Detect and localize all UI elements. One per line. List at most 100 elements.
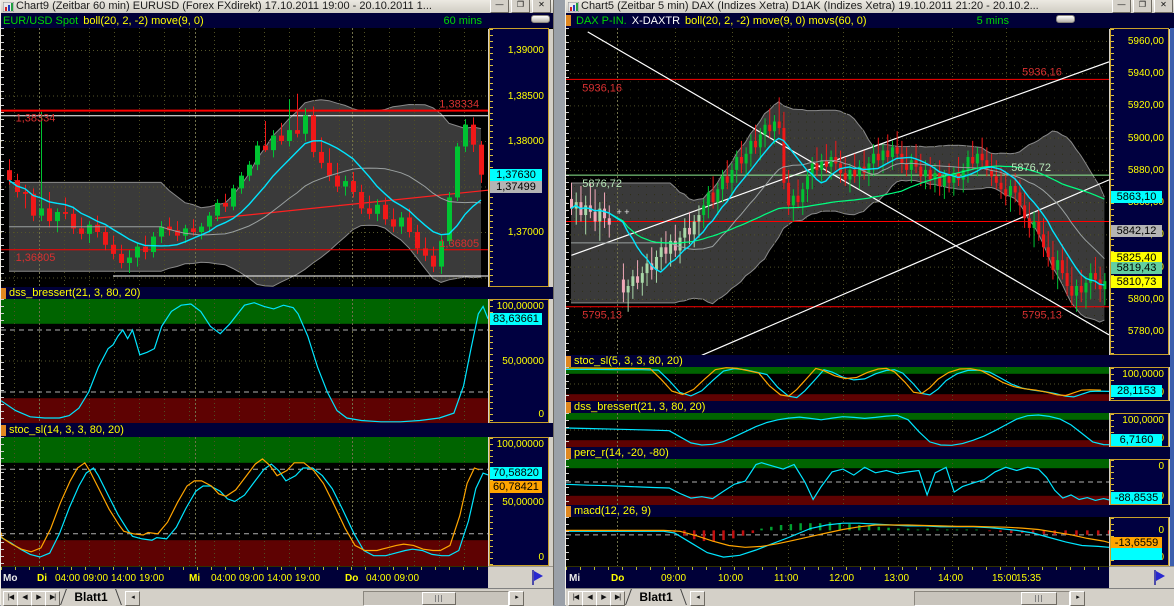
series-color-swatch: [1, 288, 6, 299]
blue-pennant-icon[interactable]: [529, 569, 545, 587]
minimize-button[interactable]: —: [490, 0, 509, 13]
left-tick-ruler: [566, 367, 569, 401]
window-title: Chart5 (Zeitbar 5 min) DAX (Indizes Xetr…: [566, 0, 1112, 13]
scale-label: 100,00000: [497, 439, 544, 450]
indicator-panel[interactable]: [566, 367, 1109, 401]
thumb-grip: [435, 595, 442, 602]
price-chart[interactable]: 1,383341,383341,368051,36805: [1, 28, 488, 287]
left-tick-ruler: [566, 413, 569, 447]
scrollbar-thumb[interactable]: [422, 592, 456, 605]
value-box: 83,63661: [490, 313, 542, 325]
indicator-panel[interactable]: [1, 437, 488, 566]
horizontal-scrollbar[interactable]: [914, 591, 1070, 606]
nav-first-button[interactable]: |◀: [568, 591, 583, 606]
restore-button[interactable]: ❐: [1133, 0, 1152, 13]
axis-corner: [1109, 566, 1174, 589]
left-tick-ruler: [566, 28, 569, 355]
scroll-right-button[interactable]: ▸: [509, 591, 524, 606]
sheet-tab-blatt1[interactable]: Blatt1: [628, 589, 684, 605]
scale-label: 0: [538, 552, 544, 563]
right-window: Chart5 (Zeitbar 5 min) DAX (Indizes Xetr…: [565, 0, 1174, 605]
window-edge-strip: [1170, 28, 1174, 566]
left-window: Chart9 (Zeitbar 60 min) EURUSD (Forex FX…: [0, 0, 554, 605]
blue-pennant-icon[interactable]: [1151, 569, 1167, 587]
price-chart[interactable]: 5936,165936,165876,725876,725795,135795,…: [566, 28, 1109, 355]
scale-label: 5960,00: [1128, 36, 1164, 47]
panel-header: macd(12, 26, 9): [566, 505, 1174, 517]
time-label: 09:00: [239, 573, 264, 584]
nav-prev-button[interactable]: ◀: [17, 591, 32, 606]
window-titlebar[interactable]: Chart9 (Zeitbar 60 min) EURUSD (Forex FX…: [1, 0, 553, 14]
panel-header: dss_bressert(21, 3, 80, 20): [566, 401, 1174, 413]
time-ticks: [1, 567, 488, 570]
price-line-label: 5795,13: [582, 310, 622, 322]
value-box: 6,7160: [1111, 434, 1162, 446]
scale-label: 5900,00: [1128, 133, 1164, 144]
restore-button[interactable]: ❐: [511, 0, 530, 13]
close-button[interactable]: ✕: [1154, 0, 1173, 13]
time-label: Mi: [569, 573, 580, 584]
indicator-panel[interactable]: [566, 459, 1109, 505]
nav-next-button[interactable]: ▶: [596, 591, 611, 606]
panel-header: stoc_sl(5, 3, 3, 80, 20): [566, 355, 1174, 367]
indicator-params-label: boll(20, 2, -2) move(9, 0) movs(60, 0): [685, 15, 867, 27]
value-box: 60,78421: [490, 481, 542, 493]
scale-label: 50,00000: [502, 497, 544, 508]
indicator-params-label: boll(20, 2, -2) move(9, 0): [83, 15, 203, 27]
nav-prev-button[interactable]: ◀: [582, 591, 597, 606]
time-axis[interactable]: MoDi04:0009:0014:0019:00Mi04:0009:0014:0…: [1, 566, 488, 589]
price-scale[interactable]: 100,00000 50,00000 0: [489, 437, 549, 566]
price-line-label: 5795,13: [1022, 310, 1062, 322]
scrollbar-thumb[interactable]: [1021, 592, 1057, 605]
value-box: 70,58820: [490, 467, 542, 479]
time-label: 14:00: [938, 573, 963, 584]
minimize-button[interactable]: —: [1112, 0, 1131, 13]
header-scroll-thumb[interactable]: [1056, 15, 1075, 23]
indicator-panel[interactable]: [566, 517, 1109, 566]
scale-label: 0: [1158, 525, 1164, 536]
scale-label: 100,0000: [1122, 415, 1164, 426]
symbol-label: DAX P-IN.: [576, 15, 627, 27]
nav-first-button[interactable]: |◀: [3, 591, 18, 606]
price-line-label: 1,36805: [16, 252, 56, 264]
scale-label: 5920,00: [1128, 100, 1164, 111]
panel-label: stoc_sl(14, 3, 3, 80, 20): [9, 424, 124, 436]
time-label: 15:35: [1016, 573, 1041, 584]
nav-last-button[interactable]: ▶|: [45, 591, 60, 606]
tab-scroll-left-button[interactable]: ◂: [690, 591, 705, 606]
scale-label: 100,00000: [497, 301, 544, 312]
chart-header: EUR/USD Spotboll(20, 2, -2) move(9, 0)60…: [1, 13, 553, 29]
window-titlebar[interactable]: Chart5 (Zeitbar 5 min) DAX (Indizes Xetr…: [566, 0, 1174, 14]
time-axis[interactable]: MiDo09:0010:0011:0012:0013:0014:0015:001…: [566, 566, 1109, 589]
series-color-swatch: [566, 506, 571, 517]
sheet-tab-label: Blatt1: [63, 589, 119, 605]
header-scroll-thumb[interactable]: [531, 15, 550, 23]
panel-label: dss_bressert(21, 3, 80, 20): [574, 401, 705, 413]
tab-scroll-left-button[interactable]: ◂: [125, 591, 140, 606]
horizontal-scrollbar[interactable]: [363, 591, 509, 606]
price-line-label: 5876,72: [582, 178, 622, 190]
time-label: 19:00: [139, 573, 164, 584]
scale-ticks: [490, 29, 493, 286]
time-label: 11:00: [774, 573, 798, 584]
value-box: 5863,10: [1111, 191, 1162, 203]
price-line-label: 5936,16: [582, 82, 622, 94]
left-tick-ruler: [1, 299, 4, 423]
sheet-tab-bar: |◀◀▶▶|Blatt1 ◂ ▸: [566, 588, 1174, 606]
indicator-panel[interactable]: [566, 413, 1109, 447]
price-scale[interactable]: 1,390001,385001,380001,37000: [489, 28, 549, 287]
time-label: 14:00: [111, 573, 136, 584]
sheet-tab-blatt1[interactable]: Blatt1: [63, 589, 119, 605]
series-color-swatch: [566, 356, 571, 367]
value-box: [1111, 548, 1162, 560]
close-button[interactable]: ✕: [532, 0, 551, 13]
indicator-panel[interactable]: [1, 299, 488, 423]
time-label: Mi: [189, 573, 200, 584]
left-tick-ruler: [566, 517, 569, 566]
nav-next-button[interactable]: ▶: [31, 591, 46, 606]
value-box: 5810,73: [1111, 276, 1162, 288]
panel-header: perc_r(14, -20, -80): [566, 447, 1174, 459]
panel-label: stoc_sl(5, 3, 3, 80, 20): [574, 355, 683, 367]
nav-last-button[interactable]: ▶|: [610, 591, 625, 606]
scroll-right-button[interactable]: ▸: [1070, 591, 1085, 606]
